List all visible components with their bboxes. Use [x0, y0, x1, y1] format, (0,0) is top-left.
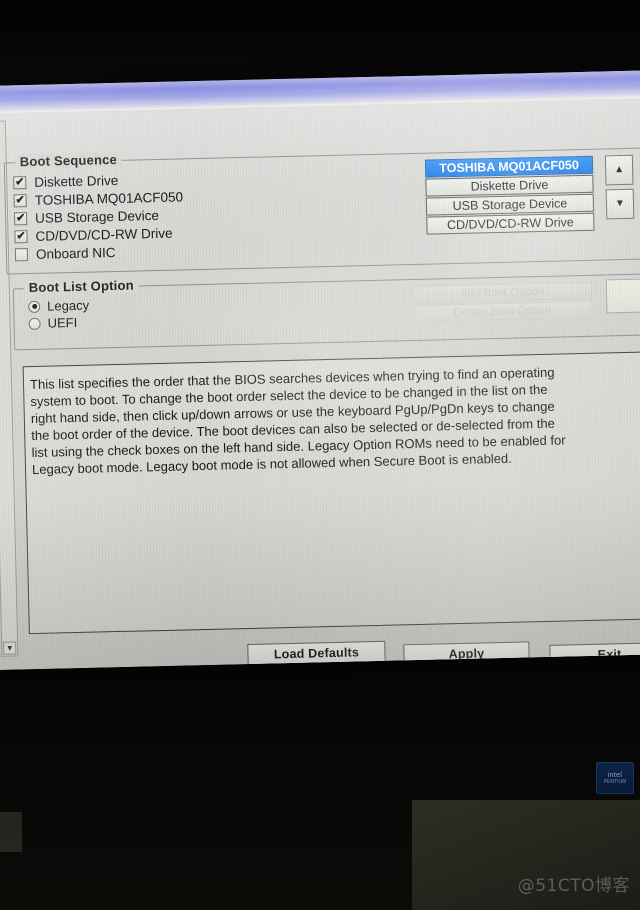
boot-list-option-legend: Boot List Option [23, 277, 139, 296]
move-down-icon[interactable]: ▼ [605, 188, 635, 220]
radio-icon-uefi[interactable] [28, 317, 41, 330]
intel-sticker-line1: intel [607, 771, 623, 779]
boot-device-row[interactable]: ✔ Onboard NIC [14, 241, 185, 263]
boot-option-disabled-buttons: Add Boot Option Delete Boot Option [411, 281, 593, 324]
radio-label-legacy: Legacy [47, 297, 90, 314]
radio-row-legacy[interactable]: Legacy [28, 297, 89, 315]
move-up-icon[interactable]: ▲ [604, 154, 634, 186]
boot-sequence-legend: Boot Sequence [14, 151, 123, 170]
delete-boot-option-button: Delete Boot Option [412, 300, 593, 323]
boot-order-arrow-buttons: ▲ ▼ [604, 154, 635, 224]
watermark: @51CTO博客 [517, 876, 630, 896]
boot-option-side-button [605, 278, 640, 314]
boot-order-item[interactable]: CD/DVD/CD-RW Drive [426, 212, 595, 235]
checkbox-icon-diskette-drive[interactable]: ✔ [13, 175, 27, 189]
boot-list-option-group: Boot List Option Legacy UEFI Add Boot Op… [12, 273, 640, 351]
checkbox-icon-onboard-nic[interactable]: ✔ [14, 247, 29, 261]
boot-list-radio-group: Legacy UEFI [28, 297, 90, 332]
boot-device-label: CD/DVD/CD-RW Drive [35, 225, 173, 244]
boot-device-label: Diskette Drive [34, 172, 119, 190]
boot-order-listbox[interactable]: TOSHIBA MQ01ACF050 Diskette Drive USB St… [424, 155, 595, 236]
photograph-of-bios-screen: intel PENTIUM ▼ Boot Sequence ✔ Diskette… [0, 0, 640, 910]
radio-row-uefi[interactable]: UEFI [28, 314, 89, 332]
add-boot-option-button: Add Boot Option [411, 281, 593, 304]
boot-device-checkbox-list: ✔ Diskette Drive ✔ TOSHIBA MQ01ACF050 ✔ … [13, 169, 184, 263]
intel-sticker-line2: PENTIUM [603, 778, 627, 785]
bios-setup-window: ▼ Boot Sequence ✔ Diskette Drive ✔ TOSHI… [0, 70, 640, 670]
help-description-box: This list specifies the order that the B… [22, 351, 640, 635]
boot-device-label: USB Storage Device [34, 207, 160, 226]
desk-surface-left [0, 812, 22, 852]
radio-label-uefi: UEFI [47, 314, 78, 331]
boot-device-label: TOSHIBA MQ01ACF050 [34, 188, 184, 208]
radio-icon-legacy[interactable] [28, 300, 41, 313]
checkbox-icon-toshiba-drive[interactable]: ✔ [13, 193, 27, 207]
checkbox-icon-usb-storage[interactable]: ✔ [13, 211, 28, 225]
boot-sequence-group: Boot Sequence ✔ Diskette Drive ✔ TOSHIBA… [3, 147, 640, 275]
intel-sticker: intel PENTIUM [596, 762, 634, 794]
checkbox-icon-cd-dvd-drive[interactable]: ✔ [14, 229, 28, 243]
boot-device-label: Onboard NIC [35, 244, 116, 262]
bios-page-body: ▼ Boot Sequence ✔ Diskette Drive ✔ TOSHI… [0, 99, 640, 670]
